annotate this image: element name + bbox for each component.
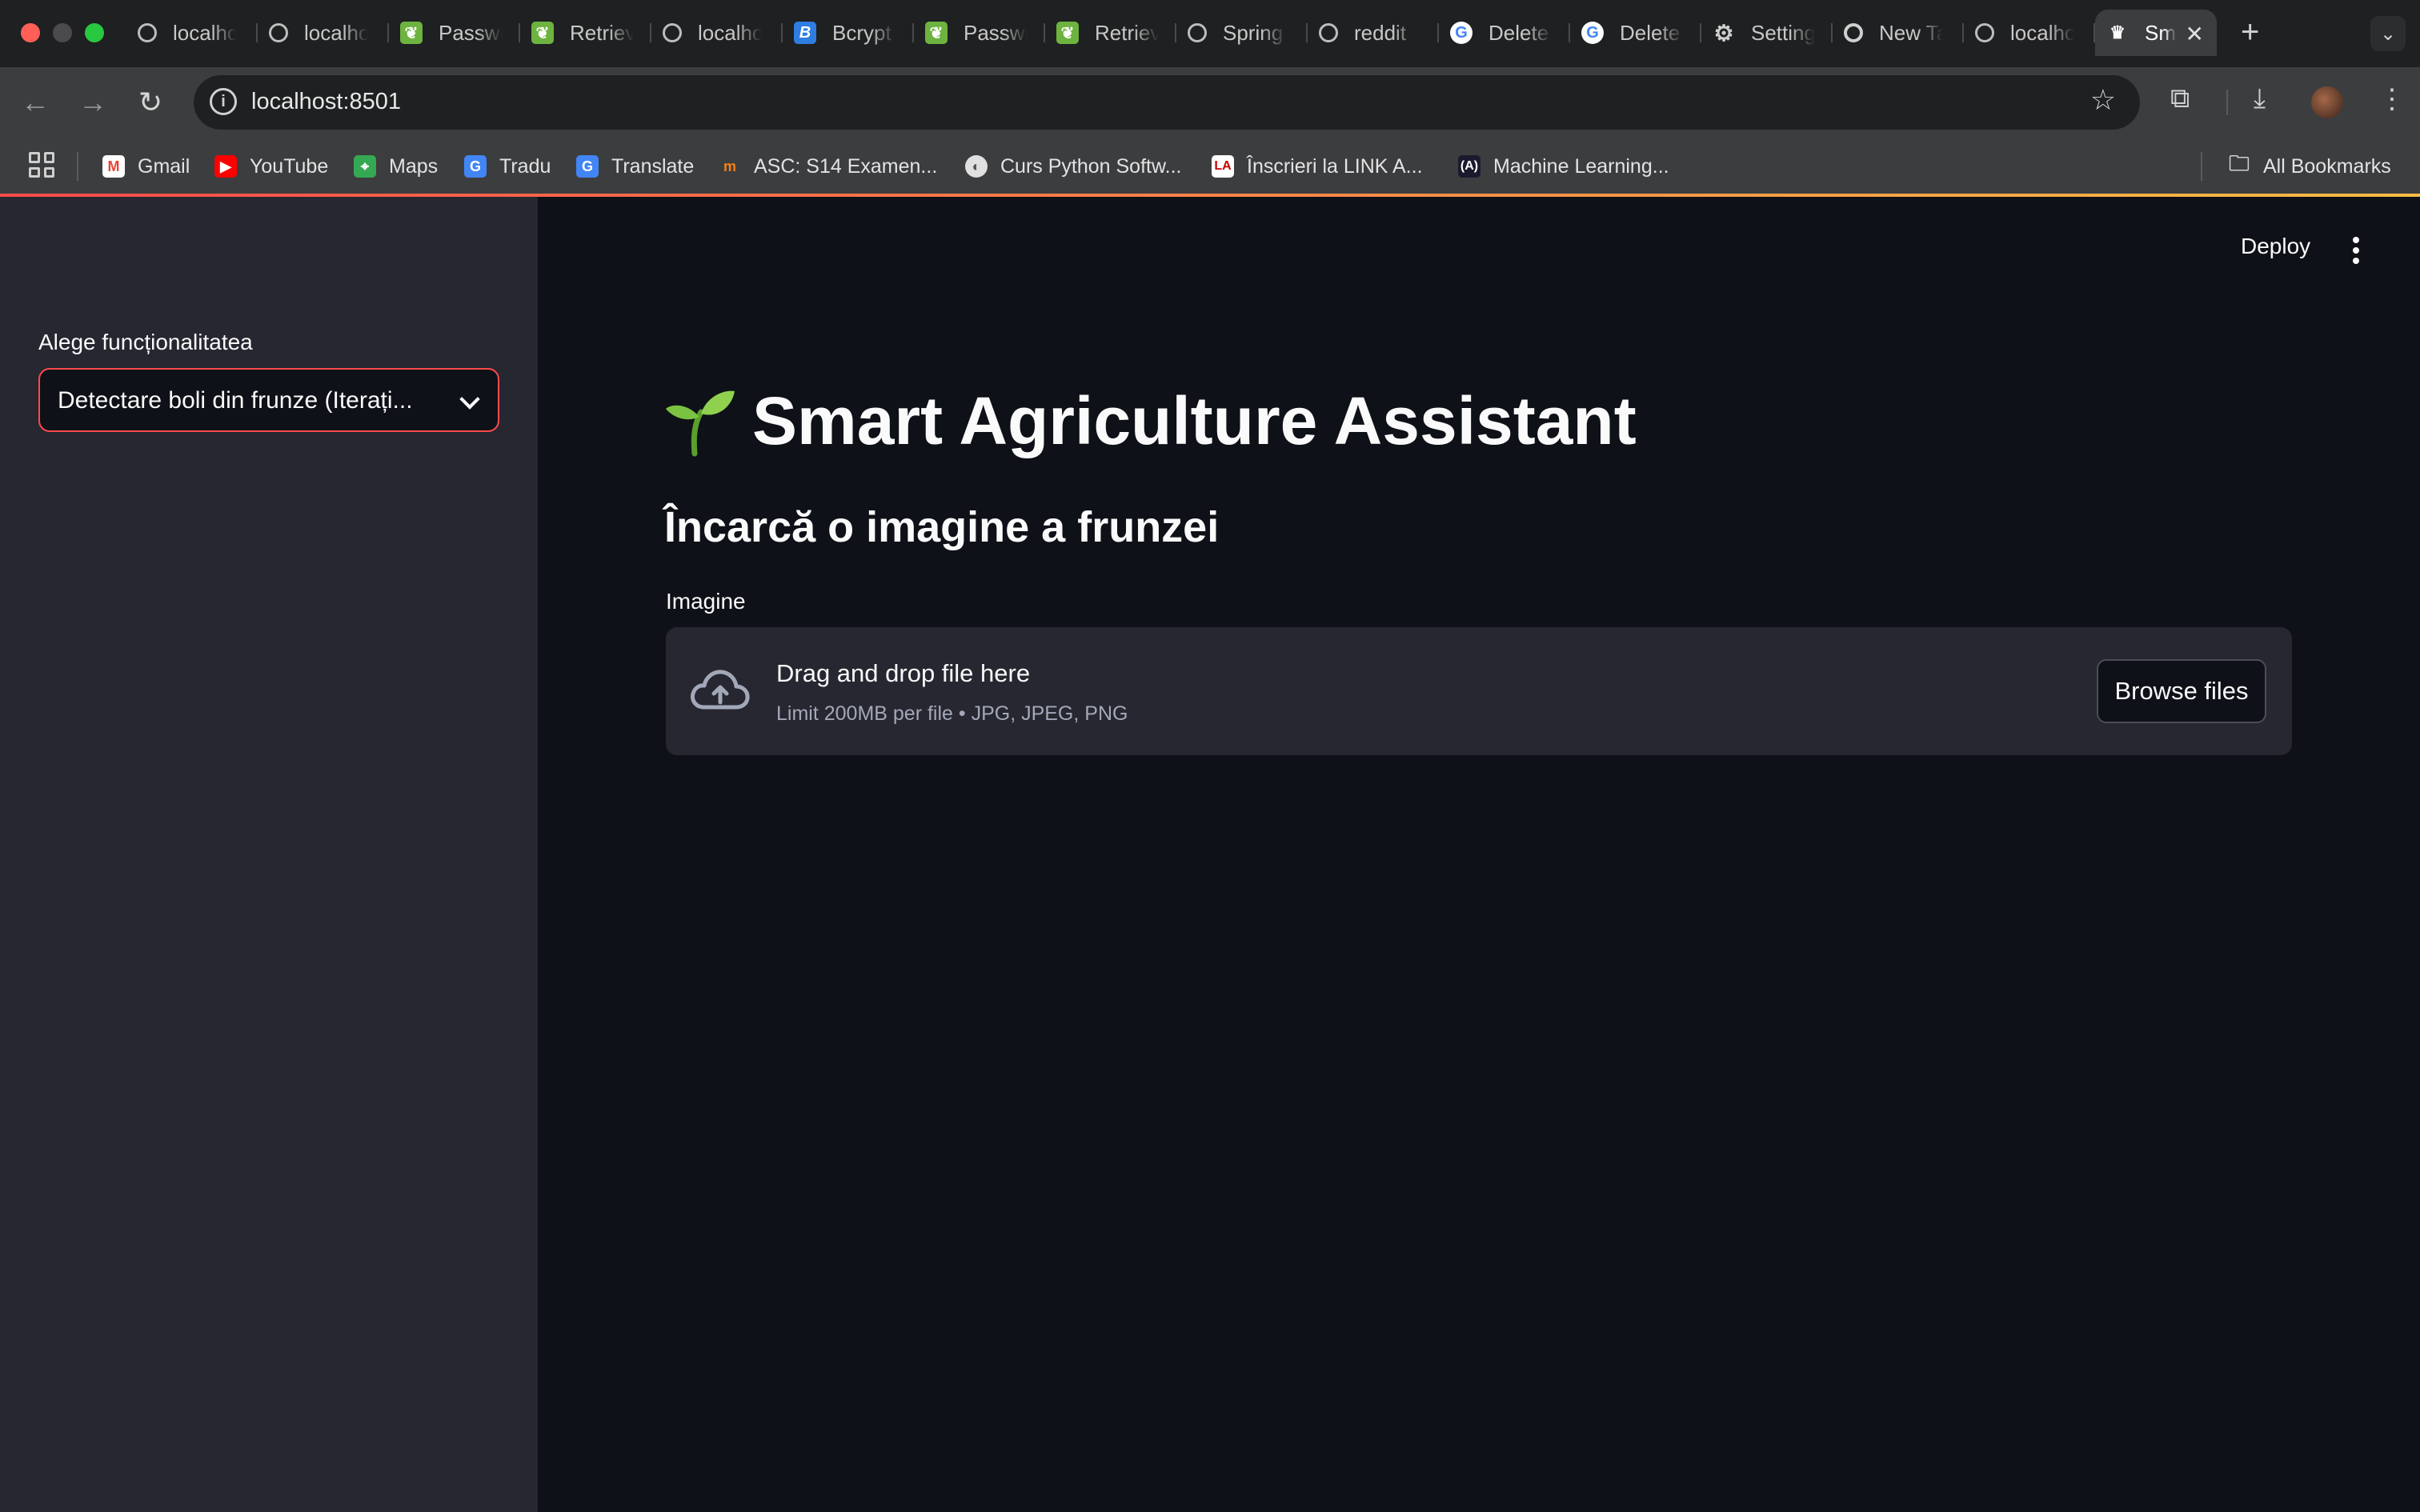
toolbar-divider — [2226, 90, 2228, 115]
downloads-icon[interactable]: ⤓ — [2254, 83, 2266, 114]
tab-strip: localhost localhost ❦Password ❦Retrieve … — [0, 0, 2420, 67]
google-icon: G — [1581, 22, 1604, 44]
close-tab-icon[interactable]: ✕ — [2186, 21, 2204, 47]
minimize-window-button[interactable] — [53, 23, 72, 42]
browser-tab[interactable]: New Tab — [1833, 10, 1964, 56]
close-window-button[interactable] — [21, 23, 40, 42]
maps-icon: ⌖ — [354, 155, 376, 178]
bookmark-link-academy[interactable]: LA Înscrieri la LINK A... — [1212, 152, 1423, 181]
browser-tab[interactable]: B Bcrypt — [783, 10, 914, 56]
translate-icon: G — [576, 155, 599, 178]
gear-icon: ⚙ — [1713, 20, 1734, 46]
globe-icon — [269, 23, 288, 42]
chrome-icon — [1844, 23, 1863, 42]
browser-tab[interactable]: localhost — [1964, 10, 2095, 56]
folder-icon: 🗀 — [2228, 151, 2250, 175]
globe-icon — [1319, 23, 1338, 42]
browser-tab[interactable]: ⚙Settings — [1701, 10, 1833, 56]
bookmarks-divider — [2201, 152, 2202, 181]
bookmark-curs-python[interactable]: ◐ Curs Python Softw... — [965, 152, 1182, 181]
seedling-icon — [666, 390, 735, 456]
browser-tab[interactable]: ❦Retrieve — [1045, 10, 1176, 56]
gmail-icon: M — [102, 155, 125, 178]
back-button[interactable]: ← — [16, 83, 54, 122]
all-bookmarks-button[interactable]: 🗀 All Bookmarks — [2228, 151, 2391, 181]
browser-menu-icon[interactable]: ⋮ — [2378, 83, 2406, 115]
globe-icon — [1188, 23, 1207, 42]
ml-icon: (A) — [1458, 155, 1480, 178]
browser-tab[interactable]: ❦Password — [914, 10, 1045, 56]
browse-files-button[interactable]: Browse files — [2097, 659, 2266, 723]
dropzone-limits: Limit 200MB per file • JPG, JPEG, PNG — [776, 702, 1128, 725]
browser-tab[interactable]: localhost — [258, 10, 389, 56]
chevron-down-icon — [459, 389, 480, 410]
new-tab-button[interactable]: + — [2241, 14, 2259, 50]
site-info-icon[interactable]: i — [210, 88, 237, 115]
globe-icon — [138, 23, 157, 42]
bookmark-translate[interactable]: G Translate — [576, 152, 694, 181]
maximize-window-button[interactable] — [85, 23, 104, 42]
reload-button[interactable]: ↻ — [131, 83, 170, 122]
browser-tab[interactable]: reddit — [1308, 10, 1439, 56]
youtube-icon: ▶ — [214, 155, 237, 178]
tab-search-chevron-icon[interactable]: ⌄ — [2370, 16, 2406, 51]
bookmark-star-icon[interactable]: ☆ — [2090, 83, 2116, 117]
link-academy-icon: LA — [1212, 155, 1234, 178]
deploy-button[interactable]: Deploy — [2241, 234, 2310, 259]
bookmark-youtube[interactable]: ▶ YouTube — [214, 152, 328, 181]
address-bar[interactable]: i localhost:8501 ☆ — [194, 75, 2140, 130]
globe-icon — [1975, 23, 1994, 42]
browser-tab[interactable]: G Delete — [1439, 10, 1570, 56]
browser-tab[interactable]: G Delete — [1570, 10, 1701, 56]
tab-list: localhost localhost ❦Password ❦Retrieve … — [126, 10, 2217, 56]
bcrypt-b-icon: B — [794, 22, 816, 44]
select-label: Alege funcționalitatea — [38, 330, 253, 354]
page-title: Smart Agriculture Assistant — [663, 382, 1637, 460]
python-course-icon: ◐ — [965, 155, 988, 178]
page-subtitle: Încarcă o imagine a frunzei — [664, 503, 1220, 551]
browser-tab-active[interactable]: ♛ Smart ✕ — [2095, 10, 2217, 56]
browser-tab[interactable]: ❦Retrieve — [520, 10, 651, 56]
streamlit-crown-icon: ♛ — [2109, 22, 2126, 42]
app-menu-icon[interactable] — [2353, 237, 2359, 264]
bookmarks-bar: M Gmail ▶ YouTube ⌖ Maps G Tradu G Translate … — [0, 138, 2420, 195]
functionality-select[interactable]: Detectare boli din frunze (Iterați... — [38, 368, 499, 432]
url-text[interactable]: localhost:8501 — [251, 89, 401, 115]
translate-icon: G — [464, 155, 487, 178]
spring-leaf-icon: ❦ — [925, 22, 948, 44]
select-value: Detectare boli din frunze (Iterați... — [58, 387, 413, 414]
forward-button[interactable]: → — [74, 83, 112, 122]
spring-leaf-icon: ❦ — [1056, 22, 1079, 44]
spring-leaf-icon: ❦ — [400, 22, 423, 44]
browser-tab[interactable]: localhost — [126, 10, 258, 56]
title-text: Smart Agriculture Assistant — [752, 383, 1637, 458]
uploader-label: Imagine — [666, 589, 746, 614]
bookmarks-divider — [77, 152, 78, 181]
extensions-puzzle-icon[interactable]: ⧉ — [2170, 83, 2190, 114]
bookmark-maps[interactable]: ⌖ Maps — [354, 152, 438, 181]
browser-toolbar: ← → ↻ i localhost:8501 ☆ ⧉ ⤓ ⋮ — [0, 67, 2420, 138]
profile-avatar[interactable] — [2311, 86, 2343, 118]
google-icon: G — [1450, 22, 1472, 44]
browser-tab[interactable]: Spring — [1176, 10, 1308, 56]
bookmark-tradu[interactable]: G Tradu — [464, 152, 551, 181]
apps-grid-icon[interactable] — [29, 152, 54, 178]
bookmark-gmail[interactable]: M Gmail — [102, 152, 190, 181]
app-sidebar: Alege funcționalitatea Detectare boli di… — [0, 197, 538, 1512]
file-dropzone[interactable]: Drag and drop file here Limit 200MB per … — [666, 627, 2292, 755]
bookmark-machine-learning[interactable]: (A) Machine Learning... — [1458, 152, 1669, 181]
cloud-upload-icon — [691, 670, 750, 710]
spring-leaf-icon: ❦ — [531, 22, 554, 44]
bookmark-asc-examen[interactable]: m ASC: S14 Examen... — [719, 152, 937, 181]
browser-tab[interactable]: localhost — [651, 10, 783, 56]
globe-icon — [663, 23, 682, 42]
dropzone-instruction: Drag and drop file here — [776, 659, 1031, 687]
browser-tab[interactable]: ❦Password — [389, 10, 520, 56]
moodle-icon: m — [723, 158, 736, 174]
